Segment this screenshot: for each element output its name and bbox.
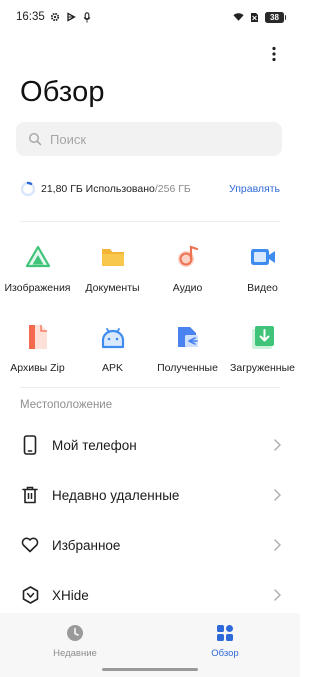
location-recently-deleted[interactable]: Недавно удаленные [0, 470, 300, 520]
xhide-hexagon-icon [20, 585, 40, 605]
images-icon [23, 242, 53, 272]
search-icon [28, 132, 42, 146]
heart-icon [20, 535, 40, 555]
category-video[interactable]: Видео [225, 242, 300, 308]
category-label: Документы [85, 282, 140, 294]
phone-icon [20, 435, 40, 455]
category-images[interactable]: Изображения [0, 242, 75, 308]
storage-total-text: /256 ГБ [154, 183, 191, 195]
category-label: Изображения [4, 282, 71, 294]
location-label: Недавно удаленные [52, 487, 180, 503]
category-apk[interactable]: APK [75, 322, 150, 388]
manage-storage-link[interactable]: Управлять [229, 183, 280, 195]
chevron-right-icon [272, 488, 282, 502]
category-documents[interactable]: Документы [75, 242, 150, 308]
location-label: Избранное [52, 537, 121, 553]
wifi-icon [233, 12, 244, 23]
chevron-right-icon [272, 438, 282, 452]
page-title: Обзор [20, 76, 105, 108]
audio-icon [173, 242, 203, 272]
location-label: XHide [52, 587, 89, 603]
apk-android-icon [98, 322, 128, 352]
category-label: Полученные [157, 362, 218, 374]
video-icon [248, 242, 278, 272]
more-vertical-icon [272, 46, 276, 62]
location-my-phone[interactable]: Мой телефон [0, 420, 300, 470]
more-options-button[interactable] [262, 42, 286, 66]
chevron-right-icon [272, 538, 282, 552]
divider [20, 221, 280, 222]
search-placeholder: Поиск [50, 131, 87, 147]
trash-icon [20, 485, 40, 505]
documents-icon [98, 242, 128, 272]
chevron-right-icon [272, 588, 282, 602]
tab-label: Недавние [53, 648, 97, 659]
category-zip-archives[interactable]: Архивы Zip [0, 322, 75, 388]
battery-indicator: 38 [265, 11, 286, 23]
category-label: Архивы Zip [10, 362, 65, 374]
category-audio[interactable]: Аудио [150, 242, 225, 308]
home-indicator[interactable] [102, 668, 198, 671]
storage-used-text: 21,80 ГБ Использовано [41, 183, 155, 195]
play-icon [66, 12, 77, 23]
location-favorites[interactable]: Избранное [0, 520, 300, 570]
section-title: Местоположение [20, 399, 113, 411]
downloaded-icon [248, 322, 278, 352]
tab-label: Обзор [211, 648, 239, 659]
no-sim-icon [249, 12, 260, 23]
category-label: Видео [247, 282, 278, 294]
grid-icon [215, 623, 235, 643]
status-time: 16:35 [16, 11, 45, 23]
zip-archive-icon [23, 322, 53, 352]
category-label: Аудио [172, 282, 203, 294]
category-label: Загруженные [230, 362, 295, 374]
location-label: Мой телефон [52, 437, 137, 453]
locations-list: Мой телефон Недавно удаленные Избранное … [0, 420, 300, 620]
search-input[interactable]: Поиск [16, 122, 282, 156]
microphone-icon [82, 11, 93, 23]
category-grid: Изображения Документы Аудио Видео Архивы… [0, 242, 300, 388]
category-downloaded[interactable]: Загруженные [225, 322, 300, 388]
settings-gear-icon [50, 12, 61, 23]
clock-icon [65, 623, 85, 643]
storage-summary: 21,80 ГБ Использовано /256 ГБ Управлять [20, 179, 280, 199]
storage-usage-ring-icon [20, 181, 36, 197]
divider [20, 387, 280, 388]
category-label: APK [101, 362, 123, 374]
category-received[interactable]: Полученные [150, 322, 225, 388]
status-bar: 16:35 38 [0, 0, 300, 34]
received-icon [173, 322, 203, 352]
